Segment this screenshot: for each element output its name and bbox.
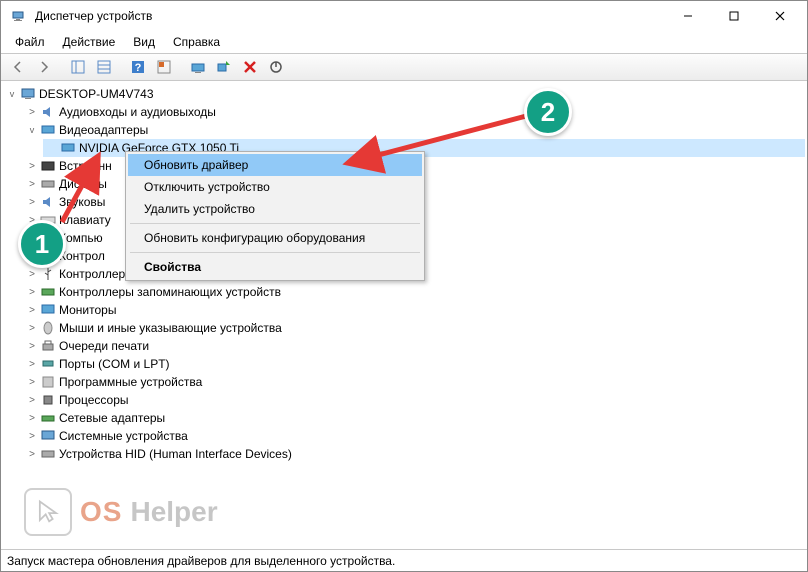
expand-icon[interactable] bbox=[25, 321, 39, 335]
menubar: Файл Действие Вид Справка bbox=[1, 31, 807, 53]
context-menu-update-driver[interactable]: Обновить драйвер bbox=[128, 154, 422, 176]
context-menu-disable[interactable]: Отключить устройство bbox=[128, 176, 422, 198]
tree-root-label: DESKTOP-UM4V743 bbox=[39, 87, 154, 101]
mouse-icon bbox=[40, 320, 56, 336]
tree-item-ports[interactable]: Порты (COM и LPT) bbox=[23, 355, 805, 373]
disk-icon bbox=[40, 176, 56, 192]
menu-help[interactable]: Справка bbox=[165, 33, 228, 51]
context-menu: Обновить драйвер Отключить устройство Уд… bbox=[125, 151, 425, 281]
toolbar-separator bbox=[177, 55, 185, 79]
expand-icon[interactable] bbox=[25, 285, 39, 299]
menu-action[interactable]: Действие bbox=[55, 33, 124, 51]
tree-item-video[interactable]: Видеоадаптеры bbox=[23, 121, 805, 139]
back-button[interactable] bbox=[5, 55, 31, 79]
usb-icon bbox=[40, 266, 56, 282]
tree-item-mice[interactable]: Мыши и иные указывающие устройства bbox=[23, 319, 805, 337]
computer-icon bbox=[20, 86, 36, 102]
menu-file[interactable]: Файл bbox=[7, 33, 53, 51]
view-button[interactable] bbox=[151, 55, 177, 79]
statusbar-text: Запуск мастера обновления драйверов для … bbox=[7, 554, 395, 568]
generic-device-icon bbox=[40, 158, 56, 174]
app-icon bbox=[11, 8, 27, 24]
expand-icon[interactable] bbox=[25, 357, 39, 371]
expand-icon[interactable] bbox=[25, 339, 39, 353]
context-menu-remove[interactable]: Удалить устройство bbox=[128, 198, 422, 220]
expand-icon[interactable] bbox=[25, 447, 39, 461]
tree-item-processors[interactable]: Процессоры bbox=[23, 391, 805, 409]
port-icon bbox=[40, 356, 56, 372]
device-manager-window: Диспетчер устройств Файл Действие Вид Сп… bbox=[0, 0, 808, 572]
expand-icon[interactable] bbox=[25, 303, 39, 317]
context-menu-separator bbox=[130, 223, 420, 224]
tree-item-print-queues[interactable]: Очереди печати bbox=[23, 337, 805, 355]
audio-icon bbox=[40, 104, 56, 120]
storage-controller-icon bbox=[40, 284, 56, 300]
tree-item-hid[interactable]: Устройства HID (Human Interface Devices) bbox=[23, 445, 805, 463]
disable-button[interactable] bbox=[263, 55, 289, 79]
expand-icon[interactable] bbox=[25, 429, 39, 443]
uninstall-button[interactable] bbox=[237, 55, 263, 79]
cursor-icon bbox=[24, 488, 72, 536]
expand-icon[interactable] bbox=[25, 177, 39, 191]
context-menu-properties[interactable]: Свойства bbox=[128, 256, 422, 278]
close-button[interactable] bbox=[757, 1, 803, 31]
show-hide-tree-button[interactable] bbox=[65, 55, 91, 79]
network-icon bbox=[40, 410, 56, 426]
titlebar: Диспетчер устройств bbox=[1, 1, 807, 31]
system-device-icon bbox=[40, 428, 56, 444]
update-driver-button[interactable] bbox=[185, 55, 211, 79]
forward-button[interactable] bbox=[31, 55, 57, 79]
expand-icon[interactable] bbox=[25, 123, 39, 137]
sound-icon bbox=[40, 194, 56, 210]
statusbar: Запуск мастера обновления драйверов для … bbox=[1, 549, 807, 571]
toolbar-separator bbox=[117, 55, 125, 79]
minimize-button[interactable] bbox=[665, 1, 711, 31]
expand-icon[interactable] bbox=[25, 159, 39, 173]
help-button[interactable]: ? bbox=[125, 55, 151, 79]
tree-item-system[interactable]: Системные устройства bbox=[23, 427, 805, 445]
context-menu-refresh[interactable]: Обновить конфигурацию оборудования bbox=[128, 227, 422, 249]
expand-icon[interactable] bbox=[25, 195, 39, 209]
tree-item-storage-controllers[interactable]: Контроллеры запоминающих устройств bbox=[23, 283, 805, 301]
display-adapter-icon bbox=[60, 140, 76, 156]
watermark: OS Helper bbox=[24, 488, 218, 536]
menu-view[interactable]: Вид bbox=[125, 33, 163, 51]
expand-icon[interactable] bbox=[25, 105, 39, 119]
annotation-badge-1: 1 bbox=[18, 220, 66, 268]
annotation-badge-2: 2 bbox=[524, 88, 572, 136]
printer-icon bbox=[40, 338, 56, 354]
scan-hardware-button[interactable] bbox=[211, 55, 237, 79]
watermark-os: OS bbox=[80, 496, 122, 528]
toolbar: ? bbox=[1, 53, 807, 81]
hid-icon bbox=[40, 446, 56, 462]
expand-icon[interactable] bbox=[25, 375, 39, 389]
expand-icon[interactable] bbox=[25, 393, 39, 407]
tree-item-software-devices[interactable]: Программные устройства bbox=[23, 373, 805, 391]
tree-item-audio[interactable]: Аудиовходы и аудиовыходы bbox=[23, 103, 805, 121]
display-adapter-icon bbox=[40, 122, 56, 138]
tree-root[interactable]: DESKTOP-UM4V743 bbox=[3, 85, 805, 103]
cpu-icon bbox=[40, 392, 56, 408]
watermark-helper: Helper bbox=[130, 496, 217, 528]
expand-icon[interactable] bbox=[25, 267, 39, 281]
monitor-icon bbox=[40, 302, 56, 318]
tree-item-network[interactable]: Сетевые адаптеры bbox=[23, 409, 805, 427]
context-menu-separator bbox=[130, 252, 420, 253]
svg-text:?: ? bbox=[135, 62, 142, 74]
window-title: Диспетчер устройств bbox=[33, 9, 665, 23]
properties-button[interactable] bbox=[91, 55, 117, 79]
expand-icon[interactable] bbox=[5, 87, 19, 101]
expand-icon[interactable] bbox=[25, 411, 39, 425]
tree-item-monitors[interactable]: Мониторы bbox=[23, 301, 805, 319]
maximize-button[interactable] bbox=[711, 1, 757, 31]
software-device-icon bbox=[40, 374, 56, 390]
toolbar-separator bbox=[57, 55, 65, 79]
